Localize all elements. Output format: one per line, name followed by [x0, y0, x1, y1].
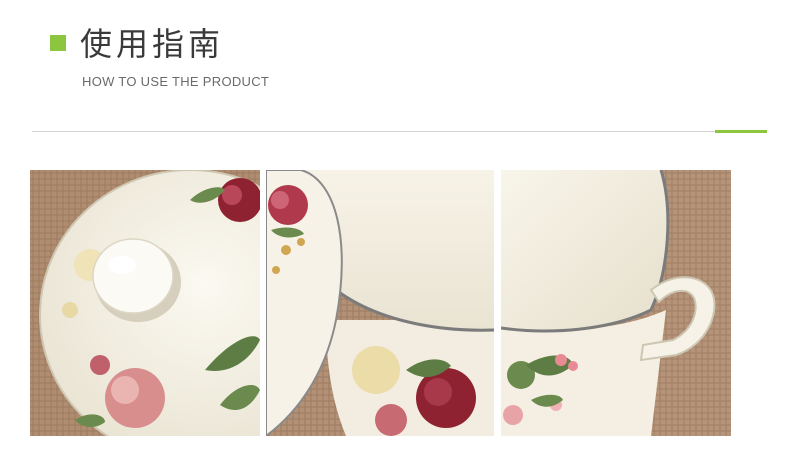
header: 使用指南 HOW TO USE THE PRODUCT — [0, 0, 800, 140]
divider-line — [32, 131, 767, 132]
divider-accent — [715, 130, 767, 133]
photo-pot-handle — [501, 170, 731, 436]
page-title: 使用指南 — [80, 25, 225, 63]
page-subtitle: HOW TO USE THE PRODUCT — [82, 74, 270, 89]
photo-pot-rim-and-lid — [266, 170, 494, 436]
accent-square — [50, 35, 66, 51]
photo-lid-closeup — [30, 170, 260, 436]
